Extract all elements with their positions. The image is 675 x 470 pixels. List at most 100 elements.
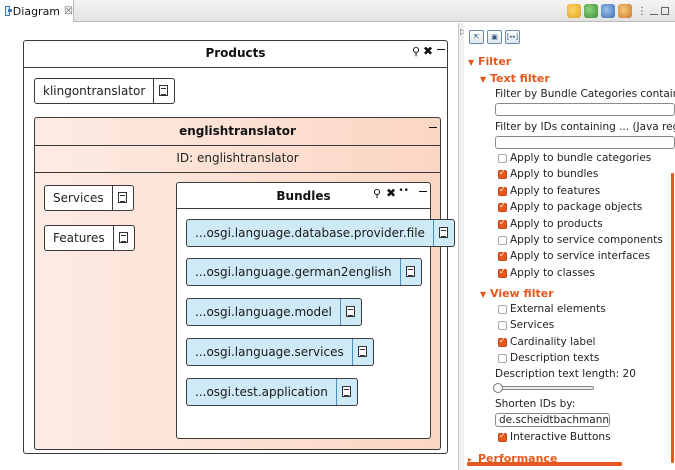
collapse-icon[interactable]	[429, 127, 437, 128]
checkbox-apply-products[interactable]	[498, 218, 507, 229]
services-option-label: Services	[510, 319, 555, 331]
expand-button[interactable]	[353, 339, 373, 365]
englishtranslator-node[interactable]: englishtranslator ID: englishtranslator …	[34, 117, 455, 450]
bundle-label: ...osgi.language.model	[195, 305, 332, 319]
chevron-down-icon: ▼	[480, 75, 487, 84]
bundle-label: ...osgi.test.application	[195, 385, 328, 399]
checkbox-apply-package-objects[interactable]	[498, 201, 507, 212]
minimize-icon[interactable]	[650, 12, 658, 15]
apply-features-label: Apply to features	[510, 185, 601, 197]
options-panel: ⇱ ▣ [↔] ▼ Filter ▼ Text filter Filter by B…	[464, 23, 675, 470]
expand-icon	[357, 346, 367, 357]
horizontal-scrollbar[interactable]	[467, 462, 622, 466]
bundles-node[interactable]: Bundles ⚲ ✖ •• ...osgi.language.database…	[176, 182, 455, 439]
apply-service-components-label: Apply to service components	[510, 234, 663, 246]
bundle-label: ...osgi.language.services	[195, 345, 344, 359]
bundle-categories-filter-input[interactable]	[495, 103, 675, 116]
zoom-to-fit-icon[interactable]: ⇱	[469, 30, 484, 44]
slider-knob[interactable]	[493, 383, 503, 393]
view-menu-icon[interactable]: ⋮	[637, 6, 647, 17]
apply-classes-label: Apply to classes	[510, 267, 595, 279]
section-view-filter[interactable]: ▼ View filter	[480, 287, 554, 300]
services-item[interactable]: Services	[44, 185, 134, 211]
bundle-item[interactable]: ...osgi.language.database.provider.file	[186, 219, 455, 247]
section-text-filter[interactable]: ▼ Text filter	[480, 72, 550, 85]
expand-icon	[438, 227, 448, 238]
bundles-header-divider	[177, 208, 430, 209]
checkbox-apply-bundles[interactable]	[498, 168, 507, 179]
checkbox-cardinality-label[interactable]	[498, 336, 507, 347]
expand-button[interactable]	[434, 220, 454, 246]
checkbox-apply-features[interactable]	[498, 185, 507, 196]
bundle-item[interactable]: ...osgi.language.model	[186, 298, 362, 326]
bundle-categories-filter-label: Filter by Bundle Categories containing .…	[495, 88, 675, 100]
expand-button[interactable]	[401, 259, 421, 285]
englishtranslator-id-divider	[35, 172, 440, 173]
bundle-item[interactable]: ...osgi.language.german2english	[186, 258, 422, 286]
products-node[interactable]: Products ⚲ ✖ klingontranslator englishtr…	[23, 40, 455, 454]
shorten-ids-label: Shorten IDs by:	[495, 398, 576, 410]
chevron-down-icon: ▼	[468, 58, 475, 67]
products-header-divider	[24, 67, 447, 68]
search-icon[interactable]: ⚲	[412, 45, 420, 58]
panel-toolbar: ⇱ ▣ [↔]	[469, 30, 520, 44]
product-item-label: klingontranslator	[43, 84, 146, 98]
tab-diagram[interactable]: Diagram ☒	[0, 0, 74, 22]
tab-close-icon[interactable]: ☒	[64, 6, 73, 17]
diagram-canvas[interactable]: Products ⚲ ✖ klingontranslator englishtr…	[0, 23, 458, 470]
expand-all-icon[interactable]: ✖	[386, 186, 396, 200]
section-filter[interactable]: ▼ Filter	[468, 55, 511, 68]
checkbox-external-elements[interactable]	[498, 305, 507, 314]
expand-icon	[345, 306, 355, 317]
layout-icon[interactable]	[584, 4, 598, 18]
expand-icon	[118, 232, 128, 243]
fit-width-icon[interactable]: [↔]	[505, 30, 520, 44]
expand-button[interactable]	[114, 226, 134, 250]
apply-products-label: Apply to products	[510, 218, 603, 230]
description-texts-label: Description texts	[510, 352, 600, 364]
description-length-slider[interactable]	[493, 383, 594, 393]
export-icon[interactable]	[618, 4, 632, 18]
checkbox-apply-classes[interactable]	[498, 267, 507, 278]
checkbox-apply-bundle-categories[interactable]	[498, 154, 507, 163]
diagram-icon	[5, 6, 12, 16]
checkbox-services[interactable]	[498, 321, 507, 330]
zoom-focus-icon[interactable]: ▣	[487, 30, 502, 44]
chevron-down-icon: ▼	[480, 290, 487, 299]
expand-button[interactable]	[113, 186, 133, 210]
englishtranslator-divider	[35, 145, 440, 146]
expand-icon	[405, 266, 415, 277]
checkbox-interactive-buttons[interactable]	[498, 431, 507, 442]
cardinality-label-label: Cardinality label	[510, 336, 596, 348]
refresh-icon[interactable]	[567, 4, 581, 18]
vertical-scrollbar[interactable]	[671, 173, 674, 463]
expand-all-icon[interactable]: ✖	[423, 44, 433, 58]
product-item-klingontranslator[interactable]: klingontranslator	[34, 78, 176, 104]
expand-button[interactable]	[341, 299, 361, 325]
sync-icon[interactable]	[601, 4, 615, 18]
expand-icon	[341, 386, 351, 397]
apply-bundles-label: Apply to bundles	[510, 168, 599, 180]
collapse-icon[interactable]	[419, 191, 427, 192]
features-item[interactable]: Features	[44, 225, 135, 251]
maximize-icon[interactable]	[661, 7, 669, 15]
search-icon[interactable]: ⚲	[373, 187, 381, 200]
apply-bundle-categories-label: Apply to bundle categories	[510, 152, 652, 164]
bundle-label: ...osgi.language.german2english	[195, 265, 392, 279]
ids-filter-input[interactable]	[495, 136, 675, 149]
bundle-item[interactable]: ...osgi.test.application	[186, 378, 358, 406]
englishtranslator-title: englishtranslator	[179, 124, 296, 138]
external-elements-label: External elements	[510, 303, 606, 315]
sort-icon[interactable]: ••	[398, 186, 409, 196]
checkbox-description-texts[interactable]	[498, 354, 507, 363]
checkbox-apply-service-interfaces[interactable]	[498, 250, 507, 261]
bundle-item[interactable]: ...osgi.language.services	[186, 338, 374, 366]
collapse-icon[interactable]	[437, 49, 445, 50]
expand-button[interactable]	[337, 379, 357, 405]
expand-icon	[159, 85, 169, 96]
checkbox-apply-service-components[interactable]	[498, 236, 507, 245]
expand-button[interactable]	[154, 79, 174, 103]
tab-diagram-label: Diagram	[12, 4, 61, 18]
shorten-ids-input[interactable]: de.scheidtbachmann.	[495, 413, 610, 427]
apply-service-interfaces-label: Apply to service interfaces	[510, 250, 651, 262]
